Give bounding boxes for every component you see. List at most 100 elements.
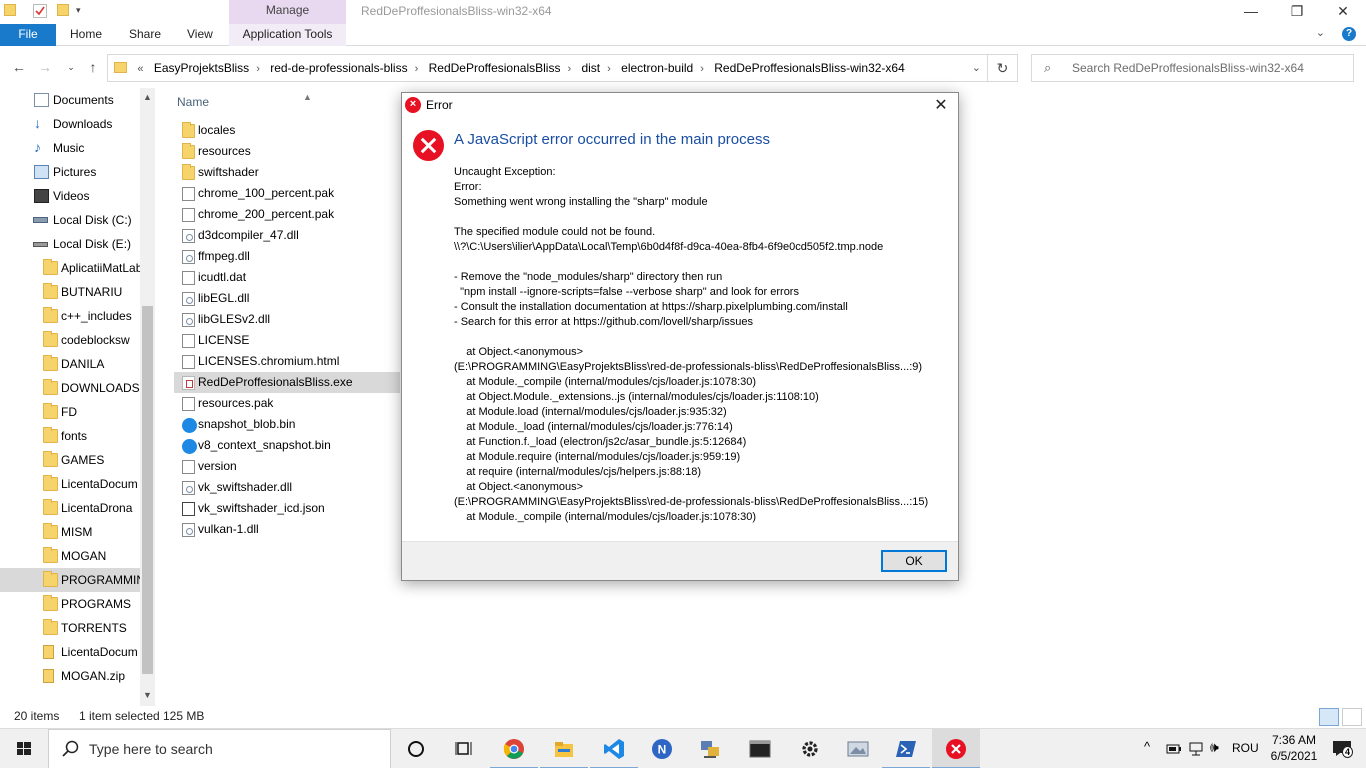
taskbar-powershell[interactable]	[882, 729, 930, 768]
taskbar-terminal[interactable]	[736, 729, 784, 768]
nav-item-folder[interactable]: DOWNLOADS	[0, 376, 140, 400]
breadcrumb-item[interactable]: dist	[581, 61, 600, 75]
taskbar-vscode[interactable]	[590, 729, 638, 768]
task-view-button[interactable]	[392, 729, 440, 768]
large-icons-view-icon[interactable]	[1342, 708, 1362, 726]
minimize-button[interactable]: —	[1228, 0, 1274, 24]
list-item[interactable]: swiftshader	[174, 162, 400, 183]
overflow-chevron-icon[interactable]: «	[137, 63, 143, 75]
address-history-icon[interactable]: ⌄	[972, 55, 981, 81]
tab-home[interactable]: Home	[70, 24, 102, 46]
show-hidden-icons-icon[interactable]: ^	[1144, 739, 1150, 754]
properties-quick-icon[interactable]	[33, 4, 47, 18]
volume-icon[interactable]: 🕪	[1210, 739, 1219, 756]
help-button[interactable]: ?	[1342, 27, 1356, 41]
close-button[interactable]: ✕	[1320, 0, 1366, 24]
clock[interactable]: 7:36 AM 6/5/2021	[1264, 732, 1324, 764]
taskbar-chrome[interactable]	[490, 729, 538, 768]
list-item[interactable]: version	[174, 456, 400, 477]
nav-item-documents[interactable]: Documents	[0, 88, 140, 112]
input-language[interactable]: ROU	[1232, 729, 1259, 768]
list-item[interactable]: libEGL.dll	[174, 288, 400, 309]
list-item[interactable]: vk_swiftshader.dll	[174, 477, 400, 498]
chevron-right-icon[interactable]: ›	[567, 63, 571, 75]
nav-item-folder[interactable]: FD	[0, 400, 140, 424]
taskbar-settings[interactable]	[786, 729, 834, 768]
chevron-right-icon[interactable]: ›	[256, 63, 260, 75]
tab-view[interactable]: View	[187, 24, 213, 46]
customize-quick-access-icon[interactable]: ▾	[76, 5, 81, 16]
back-arrow-icon[interactable]: ←	[8, 56, 30, 78]
restore-button[interactable]: ❐	[1274, 0, 1320, 24]
taskbar-photos[interactable]	[834, 729, 882, 768]
up-arrow-icon[interactable]: ↑	[82, 56, 104, 78]
nav-item-folder[interactable]: MOGAN	[0, 544, 140, 568]
list-item[interactable]: resources	[174, 141, 400, 162]
nav-item-folder[interactable]: LicentaDrona	[0, 496, 140, 520]
address-bar[interactable]: « EasyProjektsBliss › red-de-professional…	[107, 54, 1018, 82]
nav-item-zip[interactable]: LicentaDocum	[0, 640, 140, 664]
column-header-name[interactable]: Name ▲	[177, 92, 312, 109]
list-item[interactable]: resources.pak	[174, 393, 400, 414]
list-item[interactable]: v8_context_snapshot.bin	[174, 435, 400, 456]
nav-item-folder[interactable]: DANILA	[0, 352, 140, 376]
details-view-icon[interactable]	[1319, 708, 1339, 726]
nav-item-folder-selected[interactable]: PROGRAMMIN	[0, 568, 140, 592]
taskbar-search-input[interactable]: Type here to search	[48, 729, 391, 768]
nav-item-videos[interactable]: Videos	[0, 184, 140, 208]
nav-item-folder[interactable]: GAMES	[0, 448, 140, 472]
chevron-right-icon[interactable]: ›	[700, 63, 704, 75]
breadcrumb-item[interactable]: red-de-professionals-bliss	[270, 61, 407, 75]
list-item[interactable]: chrome_100_percent.pak	[174, 183, 400, 204]
nav-item-folder[interactable]: fonts	[0, 424, 140, 448]
ok-button[interactable]: OK	[881, 550, 947, 572]
nav-item-folder[interactable]: TORRENTS	[0, 616, 140, 640]
nav-item-local-disk-c[interactable]: Local Disk (C:)	[0, 208, 140, 232]
chevron-right-icon[interactable]: ›	[607, 63, 611, 75]
tab-share[interactable]: Share	[129, 24, 161, 46]
manage-context-tab[interactable]: Manage	[229, 0, 346, 24]
search-input[interactable]: ⌕ Search RedDeProffesionalsBliss-win32-x…	[1031, 54, 1354, 82]
nav-item-folder[interactable]: codeblocksw	[0, 328, 140, 352]
scroll-down-icon[interactable]: ▼	[140, 688, 155, 703]
breadcrumb-item[interactable]: electron-build	[621, 61, 693, 75]
nav-item-folder[interactable]: LicentaDocum	[0, 472, 140, 496]
list-item[interactable]: locales	[174, 120, 400, 141]
list-item[interactable]: libGLESv2.dll	[174, 309, 400, 330]
list-item[interactable]: ffmpeg.dll	[174, 246, 400, 267]
list-item-selected[interactable]: RedDeProffesionalsBliss.exe	[174, 372, 400, 393]
recent-locations-icon[interactable]: ⌄	[60, 56, 82, 78]
taskbar-file-explorer[interactable]	[540, 729, 588, 768]
dialog-close-icon[interactable]: ✕	[930, 95, 952, 117]
nav-item-zip[interactable]: MOGAN.zip	[0, 664, 140, 688]
tab-file[interactable]: File	[0, 24, 56, 46]
nav-item-folder[interactable]: AplicatiiMatLab	[0, 256, 140, 280]
task-view-button-2[interactable]	[440, 729, 488, 768]
list-item[interactable]: vulkan-1.dll	[174, 519, 400, 540]
list-item[interactable]: d3dcompiler_47.dll	[174, 225, 400, 246]
nav-item-folder[interactable]: MISM	[0, 520, 140, 544]
nav-item-local-disk-e[interactable]: Local Disk (E:)	[0, 232, 140, 256]
start-button[interactable]	[0, 729, 48, 768]
nav-item-downloads[interactable]: ↓ Downloads	[0, 112, 140, 136]
taskbar-app-n[interactable]: N	[638, 729, 686, 768]
action-center-button[interactable]: 4	[1332, 739, 1354, 759]
list-item[interactable]: LICENSE	[174, 330, 400, 351]
list-item[interactable]: chrome_200_percent.pak	[174, 204, 400, 225]
taskbar-error-dialog[interactable]	[932, 729, 980, 768]
chevron-right-icon[interactable]: ›	[415, 63, 419, 75]
expand-ribbon-icon[interactable]: ⌄	[1316, 27, 1325, 39]
breadcrumb-item[interactable]: RedDeProffesionalsBliss	[429, 61, 561, 75]
refresh-icon[interactable]: ↻	[987, 55, 1017, 81]
breadcrumb-item[interactable]: EasyProjektsBliss	[154, 61, 249, 75]
nav-item-folder[interactable]: c++_includes	[0, 304, 140, 328]
forward-arrow-icon[interactable]: →	[34, 56, 56, 78]
breadcrumb-item[interactable]: RedDeProffesionalsBliss-win32-x64	[714, 61, 905, 75]
network-icon[interactable]	[1188, 741, 1204, 757]
list-item[interactable]: vk_swiftshader_icd.json	[174, 498, 400, 519]
taskbar-network-app[interactable]	[686, 729, 734, 768]
tab-application-tools[interactable]: Application Tools	[229, 24, 346, 46]
nav-item-pictures[interactable]: Pictures	[0, 160, 140, 184]
nav-item-folder[interactable]: BUTNARIU	[0, 280, 140, 304]
nav-item-folder[interactable]: PROGRAMS	[0, 592, 140, 616]
